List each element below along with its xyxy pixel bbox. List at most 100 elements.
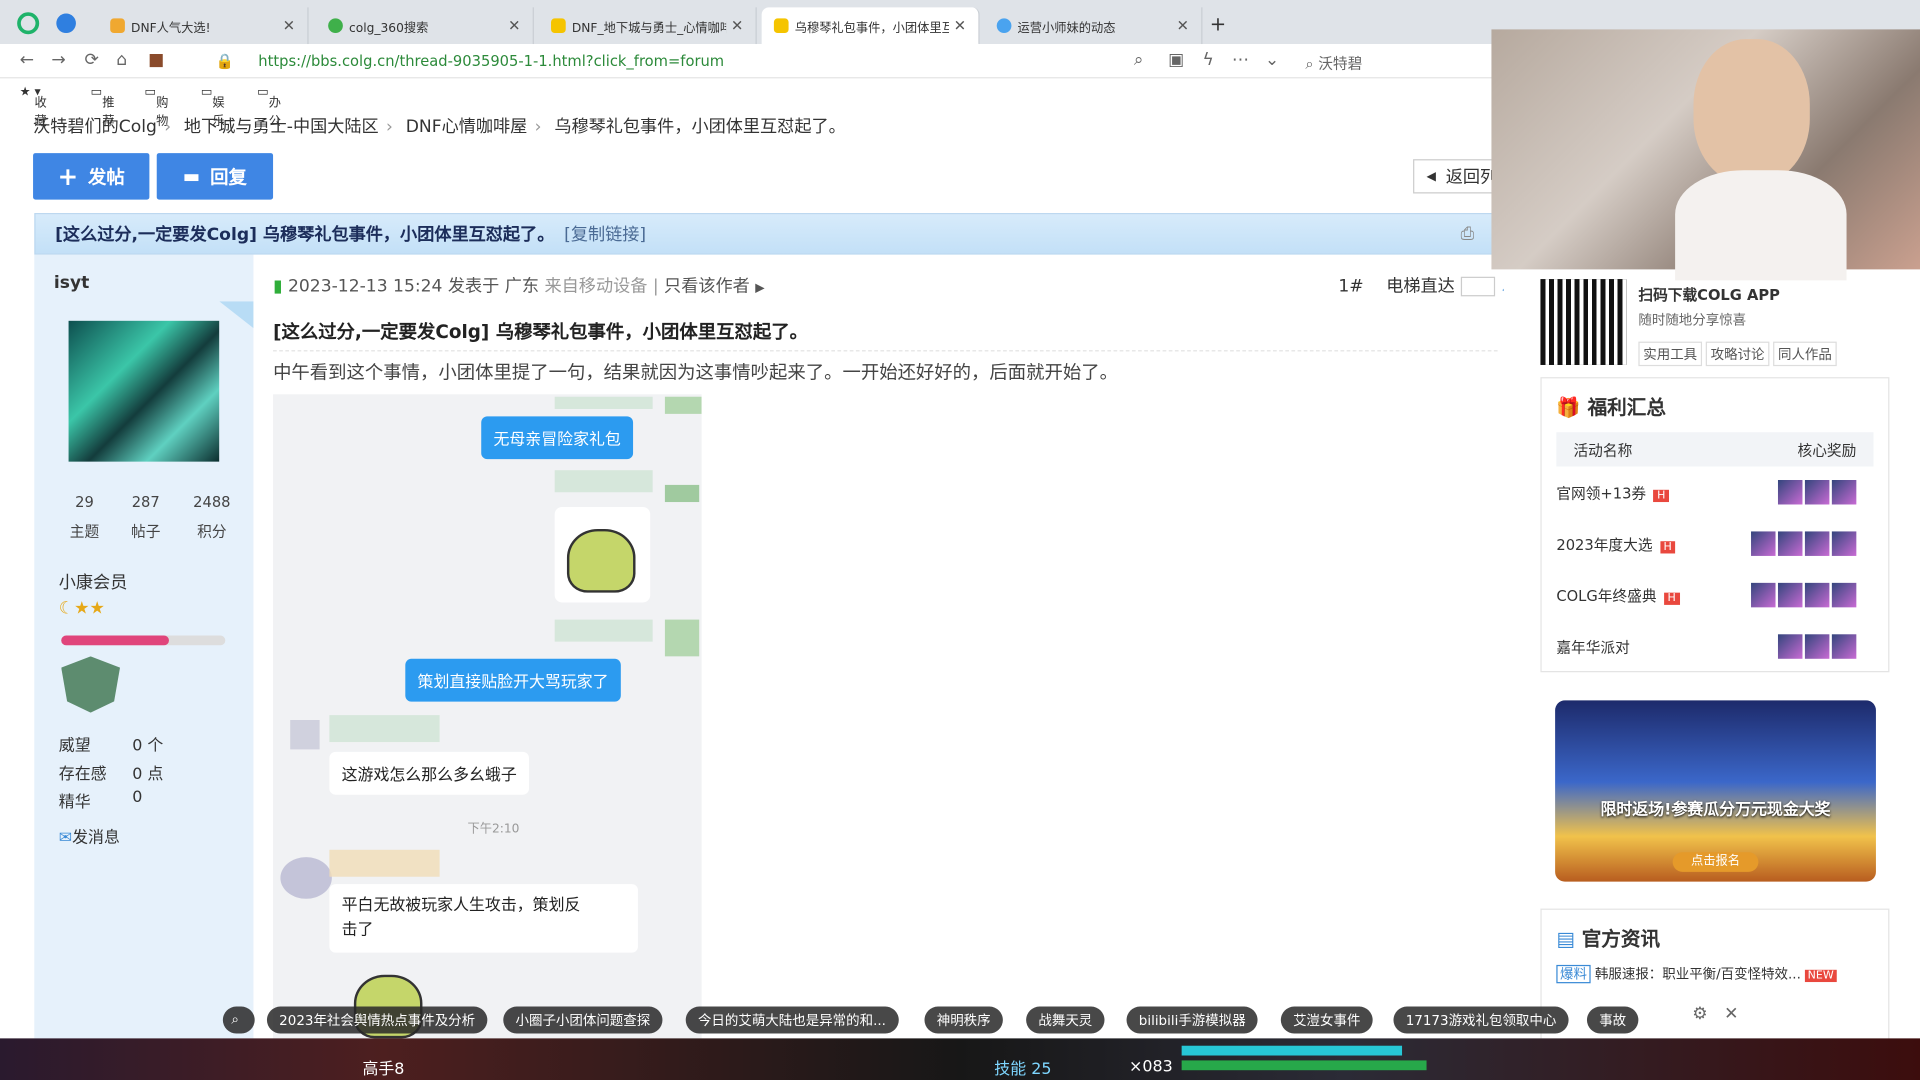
back-to-list-button[interactable]: ◀ 返回列	[1413, 159, 1499, 194]
send-message-link[interactable]: ✉发消息	[59, 824, 120, 847]
trending-pill[interactable]: 神明秩序	[924, 1006, 1003, 1034]
banner-text: 限时返场!参赛瓜分万元现金大奖	[1600, 800, 1831, 820]
trending-pill[interactable]: bilibili手游模拟器	[1126, 1006, 1258, 1034]
browser-logo-icon	[17, 12, 40, 35]
reply-button[interactable]: ▬ 回复	[156, 153, 274, 200]
profile-icon	[996, 18, 1012, 34]
caret-left-icon: ◀	[1426, 169, 1436, 184]
hud-skill: 技能 25	[994, 1060, 1052, 1079]
bookmark-favorites[interactable]: ★ 收藏 ▾	[20, 86, 47, 129]
bookmark-folder-office[interactable]: ▭ 办公	[257, 86, 281, 129]
sticker-image	[554, 506, 651, 603]
post-content: ▮ 2023-12-13 15:24 发表于 广东 来自移动设备 | 只看该作者…	[253, 254, 1514, 1041]
trending-pill[interactable]: 战舞天灵	[1026, 1006, 1105, 1034]
new-tab-button[interactable]: +	[1210, 12, 1226, 35]
trending-pill[interactable]: 艾溰女事件	[1280, 1006, 1373, 1034]
tab-forum[interactable]: DNF_地下城与勇士_心情咖啡屋✕	[539, 7, 757, 45]
welfare-row[interactable]: 2023年度大选 H	[1542, 518, 1889, 569]
lock-icon: 🔒	[215, 52, 234, 70]
more-icon[interactable]: ⋯	[1232, 50, 1249, 70]
medal-badge-icon[interactable]	[61, 656, 121, 713]
promo-banner-image[interactable]: 限时返场!参赛瓜分万元现金大奖 点击报名	[1555, 700, 1876, 882]
refresh-icon[interactable]: ⟳	[84, 50, 98, 70]
comment-icon: ▬	[182, 165, 201, 188]
url-text: https://bbs.colg.cn/thread-9035905-1-1.h…	[258, 52, 725, 70]
tab-thread[interactable]: 乌穆琴礼包事件，小团体里互 ✕	[761, 7, 980, 45]
thread-title-bar: [这么过分,一定要发Colg] 乌穆琴礼包事件，小团体里互怼起了。 [复制链接]…	[34, 213, 1501, 255]
trending-pill[interactable]: 2023年社会舆情热点事件及分析	[266, 1006, 488, 1034]
bookmark-folder-recommend[interactable]: ▭ 推荐	[91, 86, 115, 129]
banner-signup-button[interactable]: 点击报名	[1672, 852, 1759, 872]
copy-link[interactable]: [复制链接]	[564, 222, 646, 246]
breadcrumb-thread[interactable]: 乌穆琴礼包事件，小团体里互怼起了。	[554, 118, 845, 138]
chevron-down-icon[interactable]: ⌄	[1265, 50, 1279, 70]
app-subtitle: 随时随地分享惊喜	[1638, 312, 1747, 329]
zoom-icon[interactable]: ⌕	[1134, 50, 1144, 70]
search-icon[interactable]: ⌕	[222, 1006, 255, 1034]
app-icon[interactable]	[56, 13, 76, 34]
chat-screenshot-image[interactable]: 无母亲冒险家礼包 策划直接贴脸开大骂玩家了 这游戏怎么那么多幺蛾子 下午2:10…	[273, 394, 702, 1041]
hot-badge: H	[1659, 540, 1676, 553]
print-icon[interactable]: ⎙	[1461, 224, 1475, 244]
tag-guides[interactable]: 攻略讨论	[1705, 341, 1770, 367]
news-icon: ▤	[1556, 926, 1575, 951]
breadcrumb-home[interactable]: 沃特碧们的Colg	[33, 118, 157, 138]
new-post-button[interactable]: + 发帖	[33, 153, 150, 200]
elevator-label: 电梯直达	[1386, 276, 1455, 297]
only-author-link[interactable]: 只看该作者	[664, 277, 750, 297]
search-box[interactable]: ⌕ 沃特碧	[1305, 53, 1362, 74]
avatar[interactable]	[68, 320, 220, 462]
close-icon[interactable]: ✕	[954, 17, 966, 34]
back-icon[interactable]: ←	[20, 50, 34, 70]
settings-icon[interactable]: ⚙	[1692, 1004, 1707, 1024]
close-icon[interactable]: ✕	[1177, 17, 1189, 34]
trending-pill[interactable]: 小圈子小团体问题查探	[503, 1006, 663, 1034]
forward-icon[interactable]: →	[51, 50, 65, 70]
elevator-input[interactable]	[1460, 276, 1495, 297]
colg-icon	[551, 18, 566, 34]
game-hud-overlay: 高手8 技能 25 ×083	[0, 1038, 1920, 1080]
close-icon[interactable]: ✕	[508, 17, 520, 34]
tag-tools[interactable]: 实用工具	[1638, 341, 1703, 367]
bookmark-folder-shopping[interactable]: ▭ 购物	[144, 86, 168, 129]
close-icon[interactable]: ✕	[731, 17, 743, 34]
post-body: 中午看到这个事情，小团体里提了一句，结果就因为这事情吵起来了。一开始还好好的，后…	[273, 361, 1118, 384]
news-title: 官方资讯	[1581, 926, 1661, 951]
hot-badge: H	[1653, 489, 1670, 502]
trending-pill[interactable]: 事故	[1586, 1006, 1639, 1034]
lightning-icon[interactable]: ϟ	[1202, 50, 1213, 70]
bag-icon[interactable]: ■	[148, 50, 164, 70]
trending-pill[interactable]: 17173游戏礼包领取中心	[1393, 1006, 1569, 1034]
home-icon[interactable]: ⌂	[116, 50, 127, 70]
welfare-title: 福利汇总	[1587, 395, 1666, 419]
chat-message: 这游戏怎么那么多幺蛾子	[329, 751, 530, 795]
member-level: 小康会员	[58, 573, 128, 593]
breadcrumb-board[interactable]: DNF心情咖啡屋	[406, 118, 528, 138]
plus-icon: +	[57, 161, 79, 192]
tab-dnf-vote[interactable]: DNF人气大选! ✕	[98, 7, 309, 45]
news-item[interactable]: 爆料 韩服速报：职业平衡/百变怪特效... NEW	[1542, 964, 1889, 984]
welfare-row[interactable]: COLG年终盛典 H	[1542, 569, 1889, 620]
chat-message: 策划直接贴脸开大骂玩家了	[405, 658, 621, 702]
post-device: 来自移动设备	[544, 276, 648, 297]
chat-timestamp: 下午2:10	[467, 822, 520, 837]
gift-icon: 🎁	[1556, 395, 1581, 419]
close-icon[interactable]: ✕	[1724, 1004, 1738, 1024]
tab-search[interactable]: colg_360搜索 ✕	[316, 7, 534, 45]
author-name[interactable]: isyt	[54, 273, 89, 293]
address-bar[interactable]: 🔒 https://bbs.colg.cn/thread-9035905-1-1.…	[184, 49, 1286, 73]
webcam-overlay	[1491, 29, 1920, 281]
screen: DNF人气大选!✕ colg_360搜索✕ DNF_地下城与勇士_心情咖啡屋✕ …	[0, 0, 1920, 1080]
trending-pill[interactable]: 今日的艾萌大陆也是异常的和...	[685, 1006, 899, 1034]
hud-mana-bar	[1181, 1045, 1403, 1056]
prop-essence: 精华 0	[58, 788, 143, 812]
caret-right-icon: ▶	[755, 281, 765, 296]
tag-fanworks[interactable]: 同人作品	[1773, 341, 1837, 367]
screenshot-icon[interactable]: ▣	[1168, 50, 1184, 70]
welfare-row[interactable]: 嘉年华派对	[1542, 621, 1889, 672]
close-icon[interactable]: ✕	[283, 17, 295, 34]
breadcrumb-region[interactable]: 地下城与勇士-中国大陆区	[184, 118, 379, 138]
bookmark-folder-entertainment[interactable]: ▭ 娱乐	[201, 86, 225, 129]
tab-dynamics[interactable]: 运营小师妹的动态 ✕	[984, 7, 1203, 45]
welfare-row[interactable]: 官网领+13券 H	[1542, 467, 1889, 518]
